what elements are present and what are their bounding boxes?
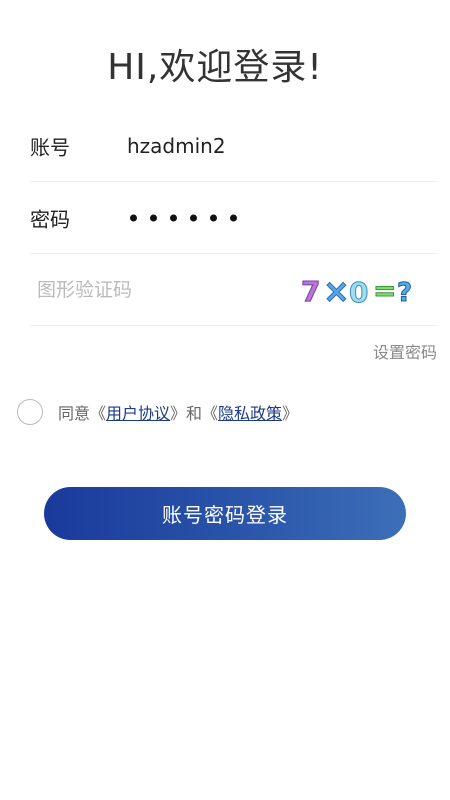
privacy-policy-link[interactable]: 隐私政策	[218, 400, 282, 424]
captcha-char-2: ×	[323, 272, 350, 308]
password-mask-dot	[150, 214, 157, 221]
password-mask-dot	[190, 214, 197, 221]
login-page: HI,欢迎登录! 账号 hzadmin2 密码 7 × 0 = ? 设置密码 同…	[0, 0, 450, 800]
account-input[interactable]: hzadmin2	[127, 134, 226, 158]
password-mask-dot	[170, 214, 177, 221]
captcha-image[interactable]: 7 × 0 = ?	[299, 272, 423, 308]
page-title: HI,欢迎登录!	[107, 47, 323, 88]
password-row: 密码	[30, 182, 437, 254]
agreement-row: 同意《 用户协议 》和《 隐私政策 》	[17, 396, 298, 428]
account-label: 账号	[30, 135, 70, 159]
set-password-link[interactable]: 设置密码	[373, 339, 437, 363]
password-mask-dot	[210, 214, 217, 221]
agreement-middle: 》和《	[170, 404, 219, 423]
password-label: 密码	[30, 207, 70, 231]
user-agreement-link[interactable]: 用户协议	[106, 400, 170, 424]
agreement-prefix: 同意《	[58, 404, 107, 423]
captcha-input[interactable]	[35, 268, 279, 311]
captcha-char-3: 0	[349, 276, 368, 308]
captcha-char-5: ?	[397, 278, 412, 308]
login-button[interactable]: 账号密码登录	[44, 487, 406, 540]
password-input[interactable]	[130, 214, 237, 221]
account-row: 账号 hzadmin2	[30, 110, 437, 182]
agreement-suffix: 》	[282, 404, 299, 423]
password-mask-dot	[230, 214, 237, 221]
captcha-char-1: 7	[301, 275, 320, 308]
captcha-char-4: =	[373, 274, 396, 307]
agreement-checkbox[interactable]	[17, 399, 43, 425]
captcha-row: 7 × 0 = ?	[30, 254, 437, 326]
password-mask-dot	[130, 214, 137, 221]
